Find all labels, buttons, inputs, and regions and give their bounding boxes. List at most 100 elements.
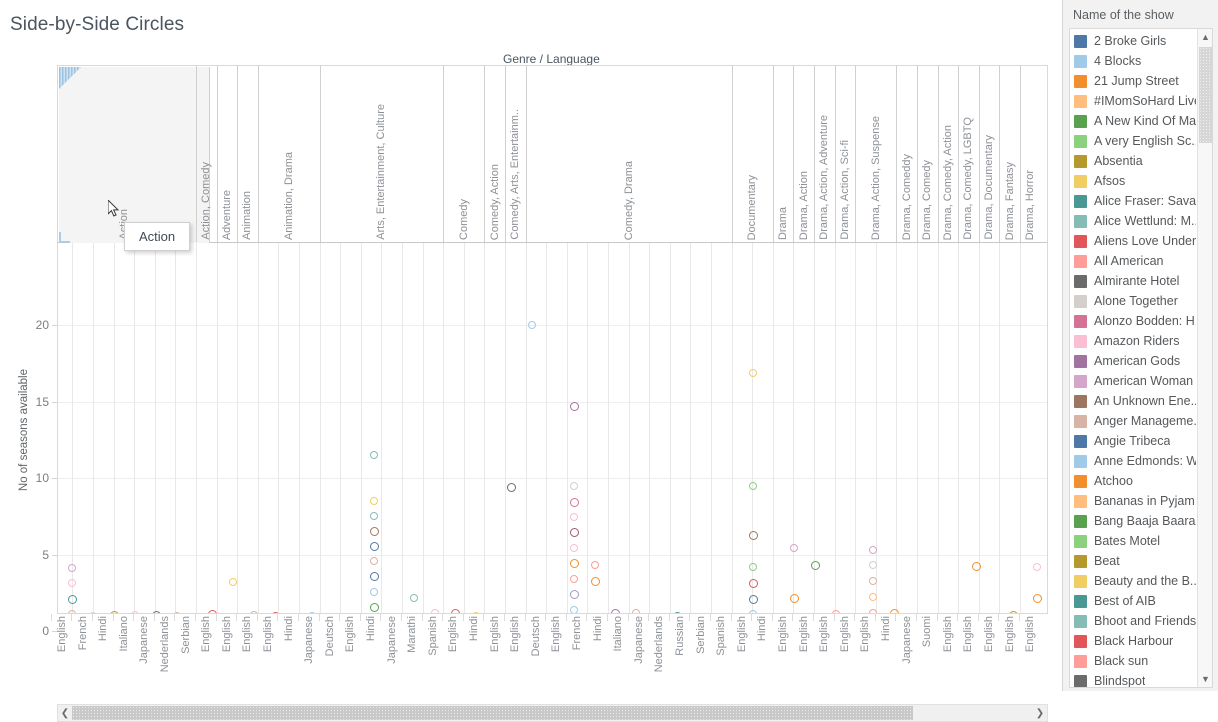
x-axis-language-label[interactable]: Hindi	[97, 616, 109, 641]
x-axis-language-label[interactable]: Hindi	[756, 616, 768, 641]
x-axis-language-label[interactable]: English	[447, 616, 459, 652]
chevron-down-icon[interactable]: ▼	[1198, 671, 1212, 687]
data-point-marker[interactable]	[369, 571, 379, 581]
data-point-marker[interactable]	[569, 589, 579, 599]
data-point-marker[interactable]	[569, 527, 579, 537]
x-axis-language-label[interactable]: English	[241, 616, 253, 652]
legend-item[interactable]: Afsos	[1070, 171, 1196, 191]
x-axis-language-label[interactable]: English	[509, 616, 521, 652]
x-axis-language-label[interactable]: Japanese	[901, 616, 913, 664]
data-point-marker[interactable]	[569, 558, 579, 568]
genre-header-label[interactable]: Drama	[777, 207, 789, 240]
x-axis-language-label[interactable]: Spanish	[427, 616, 439, 656]
data-point-marker[interactable]	[748, 481, 757, 490]
x-axis-language-label[interactable]: English	[983, 616, 995, 652]
legend-item[interactable]: 4 Blocks	[1070, 51, 1196, 71]
data-point-marker[interactable]	[789, 593, 799, 603]
data-point-marker[interactable]	[748, 594, 758, 604]
data-point-marker[interactable]	[569, 512, 578, 521]
x-axis-language-label[interactable]: English	[344, 616, 356, 652]
x-axis-language-label[interactable]: English	[798, 616, 810, 652]
legend-item[interactable]: Bang Baaja Baara..	[1070, 511, 1196, 531]
x-axis-language-label[interactable]: English	[262, 616, 274, 652]
genre-header-label[interactable]: Drama, Comedy	[921, 160, 933, 240]
x-axis-language-label[interactable]: English	[56, 616, 68, 652]
data-point-marker[interactable]	[569, 605, 578, 613]
legend-item[interactable]: Amazon Riders	[1070, 331, 1196, 351]
legend-item[interactable]: American Woman	[1070, 371, 1196, 391]
legend-item[interactable]: Alonzo Bodden: H..	[1070, 311, 1196, 331]
x-axis-language-label[interactable]: Nederlands	[653, 616, 665, 672]
x-axis-language-label[interactable]: English	[489, 616, 501, 652]
genre-header-highlighted-cell[interactable]	[59, 67, 210, 243]
data-point-marker[interactable]	[506, 482, 516, 492]
genre-header-label[interactable]: Adventure	[221, 190, 233, 240]
legend-item[interactable]: A New Kind Of Ma..	[1070, 111, 1196, 131]
x-axis-language-label[interactable]: Italiano	[118, 616, 130, 651]
x-axis-language-label[interactable]: Marathi	[406, 616, 418, 653]
data-point-marker[interactable]	[748, 578, 758, 588]
data-point-marker[interactable]	[369, 587, 378, 596]
data-point-marker[interactable]	[590, 576, 600, 586]
genre-header-label[interactable]: Drama, Comeddy	[901, 154, 913, 240]
x-axis-language-label[interactable]: English	[200, 616, 212, 652]
x-axis-language-label[interactable]: Spanish	[715, 616, 727, 656]
x-axis-language-label[interactable]: Japanese	[386, 616, 398, 664]
data-point-marker[interactable]	[748, 368, 757, 377]
legend-item[interactable]: Bhoot and Friends	[1070, 611, 1196, 631]
genre-header-label[interactable]: Drama, Documentary	[983, 135, 995, 240]
genre-header-label[interactable]: Drama, Action, Suspense	[870, 116, 882, 240]
legend-item[interactable]: Anne Edmonds: W..	[1070, 451, 1196, 471]
data-point-marker[interactable]	[369, 526, 379, 536]
x-axis-language-label[interactable]: English	[777, 616, 789, 652]
x-axis-language-label[interactable]: Deutsch	[530, 616, 542, 656]
x-axis-language-label[interactable]: Russian	[674, 616, 686, 656]
x-axis-language-label[interactable]: English	[550, 616, 562, 652]
x-axis-language-label[interactable]: Hindi	[880, 616, 892, 641]
legend-scrollbar-thumb[interactable]	[1199, 47, 1212, 143]
legend-item[interactable]: Bananas in Pyjam..	[1070, 491, 1196, 511]
x-axis-language-label[interactable]: English	[1004, 616, 1016, 652]
legend-item[interactable]: Angie Tribeca	[1070, 431, 1196, 451]
genre-header-label[interactable]: Comedy, Arts, Entertainm..	[509, 109, 521, 240]
data-point-marker[interactable]	[789, 543, 798, 552]
genre-header-label[interactable]: Drama, Action, Sci-fi	[839, 140, 851, 240]
legend-item[interactable]: Almirante Hotel	[1070, 271, 1196, 291]
legend-item[interactable]: #IMomSoHard Live	[1070, 91, 1196, 111]
data-point-marker[interactable]	[569, 543, 578, 552]
genre-header-label[interactable]: Animation, Drama	[283, 152, 295, 240]
legend-item[interactable]: All American	[1070, 251, 1196, 271]
genre-header-label[interactable]: Drama, Action	[798, 171, 810, 240]
x-axis-language-label[interactable]: Serbian	[695, 616, 707, 654]
data-point-marker[interactable]	[369, 556, 378, 565]
legend-scrollbar[interactable]: ▲ ▼	[1197, 29, 1212, 687]
data-point-marker[interactable]	[228, 577, 237, 586]
legend-item[interactable]: A very English Sc..	[1070, 131, 1196, 151]
genre-header-label[interactable]: Action, Comedy	[200, 162, 212, 240]
genre-header-label[interactable]: Animation	[241, 191, 253, 240]
x-axis-language-label[interactable]: French	[77, 616, 89, 650]
x-axis-language-label[interactable]: English	[818, 616, 830, 652]
x-axis-language-label[interactable]: English	[1024, 616, 1036, 652]
legend-item[interactable]: American Gods	[1070, 351, 1196, 371]
data-point-marker[interactable]	[1032, 593, 1042, 603]
data-point-marker[interactable]	[810, 560, 820, 570]
x-axis-language-label[interactable]: English	[839, 616, 851, 652]
legend-item[interactable]: Atchoo	[1070, 471, 1196, 491]
horizontal-scrollbar[interactable]: ❮ ❯	[57, 704, 1048, 722]
scrollbar-thumb[interactable]	[72, 706, 913, 720]
legend-item[interactable]: Alice Fraser: Sava..	[1070, 191, 1196, 211]
x-axis-language-label[interactable]: Suomi	[921, 616, 933, 647]
data-point-marker[interactable]	[369, 541, 379, 551]
data-point-marker[interactable]	[67, 594, 77, 604]
data-point-marker[interactable]	[369, 496, 378, 505]
data-point-marker[interactable]	[569, 497, 579, 507]
genre-header-label[interactable]: Arts, Entertainment, Culture	[375, 104, 387, 240]
x-axis-language-label[interactable]: English	[859, 616, 871, 652]
data-point-marker[interactable]	[868, 545, 877, 554]
scrollbar-track[interactable]	[72, 706, 1033, 720]
data-point-marker[interactable]	[369, 511, 378, 520]
data-point-marker[interactable]	[748, 530, 758, 540]
legend-body[interactable]: 2 Broke Girls 4 Blocks 21 Jump Street #IMom…	[1069, 28, 1213, 688]
legend-item[interactable]: Beauty and the B..	[1070, 571, 1196, 591]
